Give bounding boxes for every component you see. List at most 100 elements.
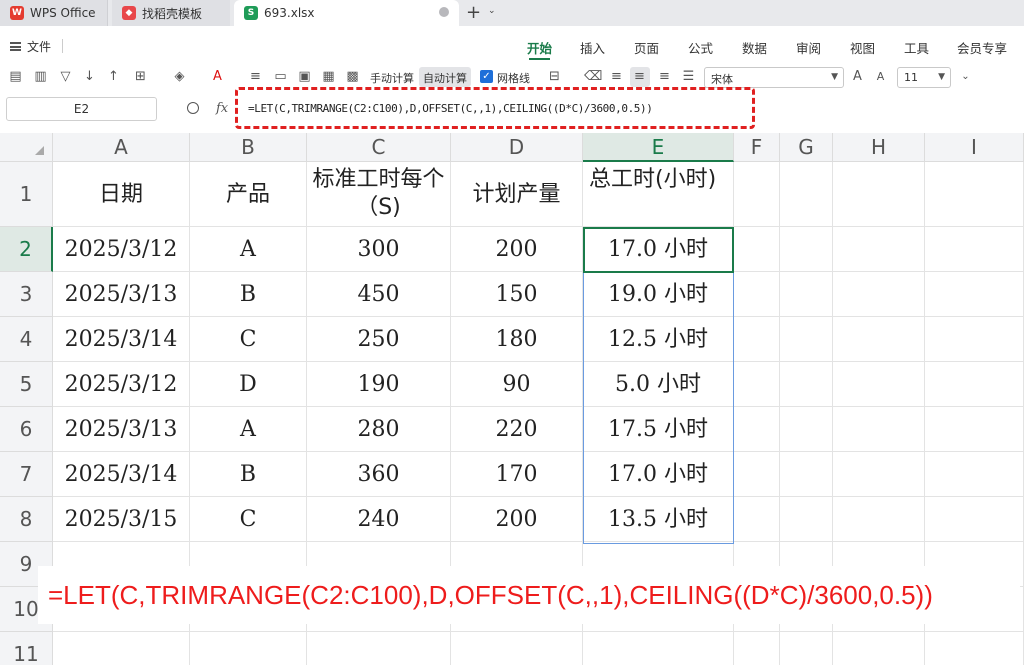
cell-h8[interactable] [833,497,925,542]
cell-e7[interactable]: 17.0 小时 [583,452,734,497]
auto-calc-button[interactable]: 自动计算 [419,67,471,87]
more-options-chevron-icon[interactable]: ⌄ [958,69,973,84]
select-all-corner[interactable] [0,133,53,162]
name-box[interactable]: E2 [6,97,157,121]
menu-tab-insert[interactable]: 插入 [580,38,605,57]
cell-a1[interactable]: 日期 [53,162,190,227]
menu-tab-tools[interactable]: 工具 [904,38,929,57]
file-menu-button[interactable]: 文件 [10,38,51,55]
align-center-button[interactable]: ≡ [630,67,650,87]
fx-icon[interactable]: fx [216,101,228,116]
tab-docer-template[interactable]: ◆ 找稻壳模板 [112,0,230,26]
row-header-8[interactable]: 8 [0,497,53,542]
menu-tab-data[interactable]: 数据 [742,38,767,57]
cell-c3[interactable]: 450 [307,272,451,317]
cell-b3[interactable]: B [190,272,307,317]
cell-c11[interactable] [307,632,451,665]
column-header-i[interactable]: I [925,133,1024,162]
cell-d2[interactable]: 200 [451,227,583,272]
cell-d1[interactable]: 计划产量 [451,162,583,227]
row-header-3[interactable]: 3 [0,272,53,317]
cell-h7[interactable] [833,452,925,497]
wrap-text-icon[interactable]: ≡ [248,69,263,84]
cell-i11[interactable] [925,632,1024,665]
cell-b5[interactable]: D [190,362,307,407]
column-header-d[interactable]: D [451,133,583,162]
cell-b6[interactable]: A [190,407,307,452]
column-header-c[interactable]: C [307,133,451,162]
cell-i8[interactable] [925,497,1024,542]
cell-g3[interactable] [780,272,833,317]
cell-d4[interactable]: 180 [451,317,583,362]
cell-e2[interactable]: 17.0 小时 [583,227,734,272]
tab-spreadsheet-file[interactable]: S 693.xlsx [234,0,459,26]
cell-h5[interactable] [833,362,925,407]
row-header-6[interactable]: 6 [0,407,53,452]
cell-c7[interactable]: 360 [307,452,451,497]
cell-i7[interactable] [925,452,1024,497]
cell-f7[interactable] [734,452,780,497]
column-header-b[interactable]: B [190,133,307,162]
cell-i2[interactable] [925,227,1024,272]
row-header-2[interactable]: 2 [0,227,53,272]
column-header-h[interactable]: H [833,133,925,162]
increase-font-size-icon[interactable]: A [850,69,865,84]
cell-a11[interactable] [53,632,190,665]
cell-d11[interactable] [451,632,583,665]
cell-f8[interactable] [734,497,780,542]
cell-a7[interactable]: 2025/3/14 [53,452,190,497]
cell-e11[interactable] [583,632,734,665]
cell-g7[interactable] [780,452,833,497]
cell-i5[interactable] [925,362,1024,407]
format-painter-icon[interactable]: ▤ [8,69,23,84]
font-name-select[interactable]: 宋体 ▼ [704,67,844,88]
table-style-icon[interactable]: ⊟ [547,69,562,84]
row-header-7[interactable]: 7 [0,452,53,497]
column-header-g[interactable]: G [780,133,833,162]
cell-b8[interactable]: C [190,497,307,542]
cell-a2[interactable]: 2025/3/12 [53,227,190,272]
cell-f11[interactable] [734,632,780,665]
close-tab-icon[interactable] [439,7,449,17]
justify-icon[interactable]: ☰ [681,69,696,84]
cell-h3[interactable] [833,272,925,317]
cell-h1[interactable] [833,162,925,227]
cell-e3[interactable]: 19.0 小时 [583,272,734,317]
cell-f3[interactable] [734,272,780,317]
cell-a3[interactable]: 2025/3/13 [53,272,190,317]
cell-d5[interactable]: 90 [451,362,583,407]
manual-calc-button[interactable]: 手动计算 [370,70,414,86]
cell-f5[interactable] [734,362,780,407]
menu-tab-page[interactable]: 页面 [634,38,659,57]
cell-g2[interactable] [780,227,833,272]
cell-d7[interactable]: 170 [451,452,583,497]
paste-icon[interactable]: ▥ [33,69,48,84]
menu-tab-view[interactable]: 视图 [850,38,875,57]
cell-i1[interactable] [925,162,1024,227]
gridlines-checkbox[interactable]: ✓ [480,70,493,83]
font-color-icon[interactable]: A [210,69,225,84]
zoom-icon[interactable] [187,102,199,114]
insert-row-icon[interactable]: ▣ [297,69,312,84]
font-size-select[interactable]: 11 ▼ [897,67,951,88]
cell-g8[interactable] [780,497,833,542]
cell-e4[interactable]: 12.5 小时 [583,317,734,362]
new-tab-plus-icon[interactable]: + [466,3,481,23]
decrease-font-size-icon[interactable]: A [873,69,888,84]
borders-icon[interactable]: ⊞ [133,69,148,84]
cell-c6[interactable]: 280 [307,407,451,452]
cell-a6[interactable]: 2025/3/13 [53,407,190,452]
freeze-panes-icon[interactable]: ▩ [345,69,360,84]
align-left-icon[interactable]: ≡ [609,69,624,84]
cell-i4[interactable] [925,317,1024,362]
column-header-f[interactable]: F [734,133,780,162]
menu-tab-formula[interactable]: 公式 [688,38,713,57]
cell-b2[interactable]: A [190,227,307,272]
menu-tab-member[interactable]: 会员专享 [957,38,1007,57]
cell-c8[interactable]: 240 [307,497,451,542]
clear-format-icon[interactable]: ⌫ [584,69,602,84]
fill-color-icon[interactable]: ◈ [172,69,187,84]
row-header-11[interactable]: 11 [0,632,53,665]
chevron-down-icon[interactable]: ⌄ [488,6,496,16]
cell-e6[interactable]: 17.5 小时 [583,407,734,452]
